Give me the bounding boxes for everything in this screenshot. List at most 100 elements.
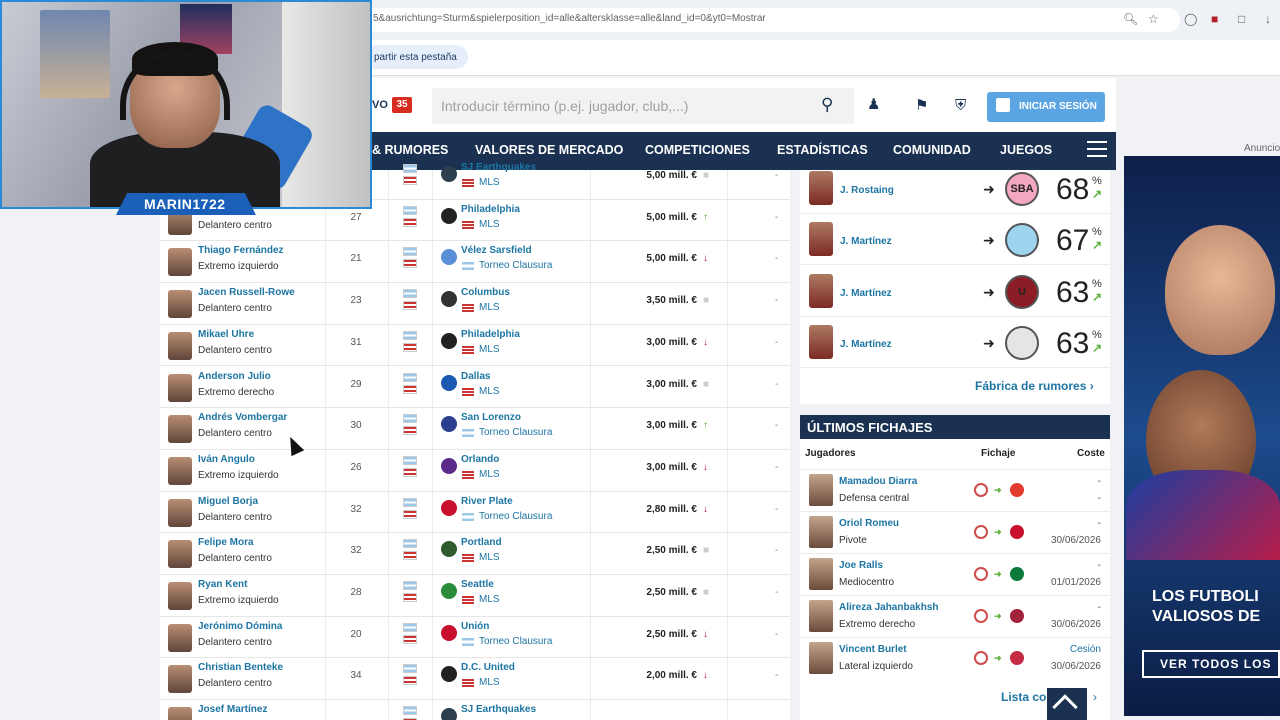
- market-value[interactable]: 3,00 mill. €: [617, 462, 697, 473]
- player-name-link[interactable]: Jacen Russell-Rowe: [198, 287, 295, 298]
- club-logo-icon[interactable]: [441, 207, 457, 224]
- rumor-player-link[interactable]: J. Martínez: [840, 339, 892, 350]
- from-club-logo-icon[interactable]: [974, 651, 988, 665]
- address-bar-url[interactable]: 5&ausrichtung=Sturm&spielerposition_id=a…: [373, 13, 766, 24]
- market-value[interactable]: 2,80 mill. €: [617, 504, 697, 515]
- market-value[interactable]: 3,00 mill. €: [617, 379, 697, 390]
- club-logo-icon[interactable]: [441, 291, 457, 308]
- player-name-link[interactable]: Ryan Kent: [198, 579, 247, 590]
- from-club-logo-icon[interactable]: [974, 525, 988, 539]
- search-icon[interactable]: ⚲: [821, 96, 833, 114]
- download-icon[interactable]: ↓: [1265, 12, 1271, 26]
- league-name-link[interactable]: Torneo Clausura: [479, 260, 552, 271]
- club-name-link[interactable]: Vélez Sarsfield: [461, 245, 532, 256]
- market-value[interactable]: 5,00 mill. €: [617, 170, 697, 181]
- league-name-link[interactable]: MLS: [479, 677, 500, 688]
- full-list-link[interactable]: Lista co: [1001, 690, 1046, 704]
- player-name-link[interactable]: Andrés Vombergar: [198, 412, 287, 423]
- transfer-player-link[interactable]: Mamadou Diarra: [839, 476, 917, 487]
- club-name-link[interactable]: SJ Earthquakes: [461, 162, 536, 173]
- market-value[interactable]: 2,00 mill. €: [617, 670, 697, 681]
- transfer-player-link[interactable]: Vincent Burlet: [839, 644, 907, 655]
- player-name-link[interactable]: Mikael Uhre: [198, 329, 254, 340]
- nav-item-competiciones[interactable]: COMPETICIONES: [645, 143, 750, 157]
- league-name-link[interactable]: Torneo Clausura: [479, 427, 552, 438]
- bookmark-icon[interactable]: ⚑: [915, 97, 928, 115]
- club-name-link[interactable]: Unión: [461, 621, 489, 632]
- player-name-link[interactable]: Christian Benteke: [198, 662, 283, 673]
- market-value[interactable]: 3,00 mill. €: [617, 420, 697, 431]
- club-name-link[interactable]: Columbus: [461, 287, 510, 298]
- extension-red-icon[interactable]: ■: [1211, 12, 1218, 26]
- market-value[interactable]: 2,50 mill. €: [617, 587, 697, 598]
- club-name-link[interactable]: Portland: [461, 537, 502, 548]
- club-name-link[interactable]: San Lorenzo: [461, 412, 521, 423]
- star-bookmark-icon[interactable]: ☆: [1148, 12, 1159, 26]
- menu-hamburger-icon[interactable]: [1087, 141, 1107, 159]
- nav-item-comunidad[interactable]: COMUNIDAD: [893, 143, 971, 157]
- from-club-logo-icon[interactable]: [974, 567, 988, 581]
- rumor-club-logo-icon[interactable]: U: [1005, 274, 1039, 309]
- player-name-link[interactable]: Josef Martínez: [198, 704, 267, 715]
- league-name-link[interactable]: MLS: [479, 177, 500, 188]
- club-name-link[interactable]: Philadelphia: [461, 329, 520, 340]
- league-name-link[interactable]: MLS: [479, 552, 500, 563]
- club-name-link[interactable]: Dallas: [461, 371, 490, 382]
- transfer-fee[interactable]: Cesión: [1021, 644, 1101, 655]
- rumor-factory-link[interactable]: Fábrica de rumores ›: [975, 379, 1094, 393]
- league-name-link[interactable]: MLS: [479, 302, 500, 313]
- club-logo-icon[interactable]: [441, 166, 457, 182]
- extension-icon[interactable]: ◯: [1184, 12, 1197, 26]
- player-name-link[interactable]: Felipe Mora: [198, 537, 254, 548]
- nav-item-juegos[interactable]: JUEGOS: [1000, 143, 1052, 157]
- market-value[interactable]: 2,50 mill. €: [617, 545, 697, 556]
- club-logo-icon[interactable]: [441, 499, 457, 516]
- club-logo-icon[interactable]: [441, 624, 457, 641]
- rumor-club-logo-icon[interactable]: [1005, 325, 1039, 360]
- nav-item-rumores[interactable]: & RUMORES: [372, 143, 448, 157]
- rumor-player-link[interactable]: J. Rostaing: [840, 185, 894, 196]
- transfer-player-link[interactable]: Joe Ralls: [839, 560, 883, 571]
- player-name-link[interactable]: Iván Angulo: [198, 454, 255, 465]
- rumor-club-logo-icon[interactable]: SBA: [1005, 172, 1039, 206]
- club-logo-icon[interactable]: [441, 332, 457, 349]
- nav-item-estadisticas[interactable]: ESTADÍSTICAS: [777, 143, 868, 157]
- club-logo-icon[interactable]: [441, 374, 457, 391]
- club-logo-icon[interactable]: [441, 457, 457, 474]
- league-name-link[interactable]: Torneo Clausura: [479, 636, 552, 647]
- club-name-link[interactable]: Philadelphia: [461, 204, 520, 215]
- from-club-logo-icon[interactable]: [974, 609, 988, 623]
- player-name-link[interactable]: Thiago Fernández: [198, 245, 284, 256]
- club-name-link[interactable]: River Plate: [461, 496, 513, 507]
- rumor-player-link[interactable]: J. Martínez: [840, 236, 892, 247]
- league-name-link[interactable]: MLS: [479, 594, 500, 605]
- player-name-link[interactable]: Miguel Borja: [198, 496, 258, 507]
- club-name-link[interactable]: Orlando: [461, 454, 499, 465]
- new-label[interactable]: VO: [372, 99, 388, 111]
- search-input[interactable]: [441, 98, 811, 114]
- login-button-label[interactable]: INICIAR SESIÓN: [1019, 101, 1097, 112]
- player-name-link[interactable]: Jerónimo Dómina: [198, 621, 282, 632]
- from-club-logo-icon[interactable]: [974, 483, 988, 497]
- share-tab-label[interactable]: partir esta pestaña: [374, 52, 457, 63]
- club-logo-icon[interactable]: [441, 708, 457, 720]
- club-name-link[interactable]: Seattle: [461, 579, 494, 590]
- shield-icon[interactable]: ⛨: [955, 97, 966, 115]
- rumor-player-link[interactable]: J. Martínez: [840, 288, 892, 299]
- market-value[interactable]: 5,00 mill. €: [617, 253, 697, 264]
- league-name-link[interactable]: MLS: [479, 344, 500, 355]
- ad-cta-label[interactable]: VER TODOS LOS: [1160, 657, 1271, 671]
- user-search-icon[interactable]: ♟: [867, 96, 880, 114]
- extensions-puzzle-icon[interactable]: □: [1238, 12, 1245, 26]
- market-value[interactable]: 3,50 mill. €: [617, 295, 697, 306]
- nav-item-valores[interactable]: VALORES DE MERCADO: [475, 143, 623, 157]
- club-name-link[interactable]: D.C. United: [461, 662, 515, 673]
- club-name-link[interactable]: SJ Earthquakes: [461, 704, 536, 715]
- league-name-link[interactable]: Torneo Clausura: [479, 511, 552, 522]
- transfer-player-link[interactable]: Alireza Jahanbakhsh: [839, 602, 938, 613]
- market-value[interactable]: 3,00 mill. €: [617, 337, 697, 348]
- league-name-link[interactable]: MLS: [479, 469, 500, 480]
- market-value[interactable]: 2,50 mill. €: [617, 629, 697, 640]
- club-logo-icon[interactable]: [441, 583, 457, 599]
- transfer-player-link[interactable]: Oriol Romeu: [839, 518, 899, 529]
